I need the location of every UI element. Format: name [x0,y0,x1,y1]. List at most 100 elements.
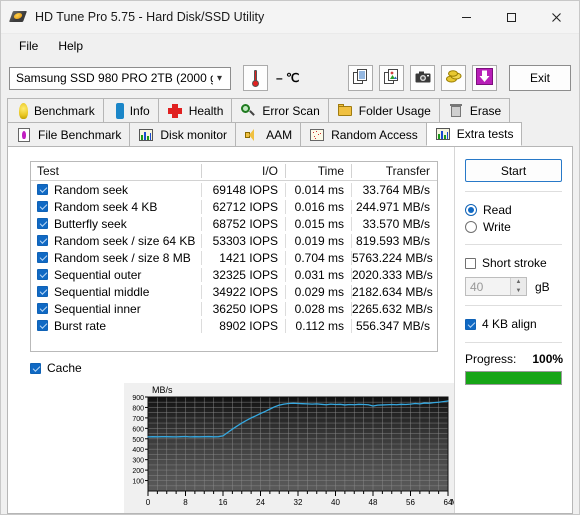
file-benchmark-icon [16,127,32,143]
start-button[interactable]: Start [465,159,562,182]
tab-extra-tests[interactable]: Extra tests [425,122,523,146]
controls-panel: Start Read Write Short stroke 40 ▲ ▼ gB … [454,147,572,513]
tab-error-scan[interactable]: Error Scan [231,98,329,122]
copy-image-icon [384,69,399,87]
start-button-label: Start [500,163,527,178]
stepper-down-icon[interactable]: ▼ [511,287,526,296]
row-checkbox[interactable] [37,303,48,314]
radio-read-label: Read [483,202,512,217]
table-row[interactable]: Random seek / size 8 MB 1421 IOPS 0.704 … [31,249,437,266]
tab-random-access[interactable]: Random Access [300,122,427,146]
tab-benchmark-label: Benchmark [34,103,95,118]
radio-write-label: Write [483,219,511,234]
svg-text:600: 600 [132,426,144,433]
cell-io: 62712 IOPS [201,199,285,214]
tab-folder-usage[interactable]: Folder Usage [327,98,440,122]
short-stroke-checkbox[interactable] [465,257,476,269]
tab-file-benchmark-label: File Benchmark [38,127,122,142]
tab-benchmark[interactable]: Benchmark [7,98,104,122]
temperature-value: – ℃ [276,71,300,85]
maximize-button[interactable] [489,1,534,33]
short-stroke-option[interactable]: Short stroke [465,254,562,272]
table-row[interactable]: Random seek 69148 IOPS 0.014 ms 33.764 M… [31,181,437,198]
row-checkbox[interactable] [37,218,48,229]
row-checkbox[interactable] [37,320,48,331]
red-cross-icon [167,103,183,119]
title-bar: HD Tune Pro 5.75 - Hard Disk/SSD Utility [1,1,579,34]
row-checkbox[interactable] [37,286,48,297]
cell-io: 69148 IOPS [201,182,285,197]
radio-read[interactable]: Read [465,201,562,218]
cell-io: 32325 IOPS [201,267,285,282]
table-row[interactable]: Sequential inner 36250 IOPS 0.028 ms 226… [31,300,437,317]
menu-help-label: Help [58,39,84,53]
table-row[interactable]: Butterfly seek 68752 IOPS 0.015 ms 33.57… [31,215,437,232]
tab-disk-monitor[interactable]: Disk monitor [129,122,237,146]
progress-value: 100% [532,352,564,366]
align-checkbox[interactable] [465,318,476,330]
svg-text:56: 56 [406,498,415,507]
column-header-io[interactable]: I/O [201,164,285,178]
cache-checkbox[interactable] [30,362,41,374]
tab-file-benchmark[interactable]: File Benchmark [7,122,131,146]
row-checkbox[interactable] [37,252,48,263]
cell-test: Random seek 4 KB [54,199,158,214]
tab-extra-tests-label: Extra tests [456,127,514,141]
speaker-icon [244,127,260,143]
results-area: Test I/O Time Transfer Random seek 69148… [30,161,438,375]
screenshot-button[interactable] [410,65,435,91]
menu-help[interactable]: Help [48,37,93,55]
radio-read-indicator[interactable] [465,203,477,216]
column-header-test: Test [37,164,60,178]
table-row[interactable]: Sequential outer 32325 IOPS 0.031 ms 202… [31,266,437,283]
row-checkbox[interactable] [37,201,48,212]
bulb-icon [19,102,28,119]
svg-text:0: 0 [146,498,151,507]
menu-file[interactable]: File [9,37,48,55]
table-row[interactable]: Sequential middle 34922 IOPS 0.029 ms 21… [31,283,437,300]
save-button[interactable] [472,65,497,91]
tab-health[interactable]: Health [157,98,233,122]
table-row[interactable]: Random seek / size 64 KB 53303 IOPS 0.01… [31,232,437,249]
row-checkbox[interactable] [37,184,48,195]
stepper-arrows[interactable]: ▲ ▼ [510,278,526,295]
svg-text:500: 500 [132,437,144,444]
column-header-time[interactable]: Time [285,164,351,178]
column-header-transfer[interactable]: Transfer [351,164,437,178]
extra-tests-icon [435,126,451,142]
progress-label: Progress: [465,352,517,366]
row-checkbox[interactable] [37,269,48,280]
toolbar: Samsung SSD 980 PRO 2TB (2000 gB) ▾ – ℃ [1,58,579,98]
cell-time: 0.028 ms [285,301,351,316]
tab-erase[interactable]: Erase [438,98,511,122]
trash-icon [448,103,464,119]
copy-text-button[interactable] [348,65,373,91]
divider [465,305,562,306]
cache-option[interactable]: Cache [30,361,438,375]
drive-select[interactable]: Samsung SSD 980 PRO 2TB (2000 gB) ▾ [9,66,231,90]
radio-write[interactable]: Write [465,218,562,235]
table-row[interactable]: Burst rate 8902 IOPS 0.112 ms 556.347 MB… [31,317,437,334]
stepper-up-icon[interactable]: ▲ [511,278,526,287]
cell-test: Random seek [54,182,129,197]
align-option[interactable]: 4 KB align [465,315,562,333]
progress-bar [465,371,562,385]
tab-info[interactable]: Info [102,98,159,122]
radio-write-indicator[interactable] [465,220,477,233]
cell-io: 8902 IOPS [201,318,285,333]
tab-row-2: File Benchmark Disk monitor AAM Random A… [7,122,573,146]
close-button[interactable] [534,1,579,33]
short-stroke-stepper[interactable]: 40 ▲ ▼ [465,277,527,296]
copy-document-icon [353,69,368,87]
row-checkbox[interactable] [37,235,48,246]
exit-button[interactable]: Exit [509,65,571,91]
cell-transfer: 33.764 MB/s [351,182,437,197]
app-window: HD Tune Pro 5.75 - Hard Disk/SSD Utility… [0,0,580,515]
cell-time: 0.031 ms [285,267,351,282]
minimize-button[interactable] [444,1,489,33]
tab-aam[interactable]: AAM [235,122,302,146]
table-row[interactable]: Random seek 4 KB 62712 IOPS 0.016 ms 244… [31,198,437,215]
copy-graph-button[interactable] [379,65,404,91]
cell-io: 1421 IOPS [201,250,285,265]
options-button[interactable] [441,65,466,91]
